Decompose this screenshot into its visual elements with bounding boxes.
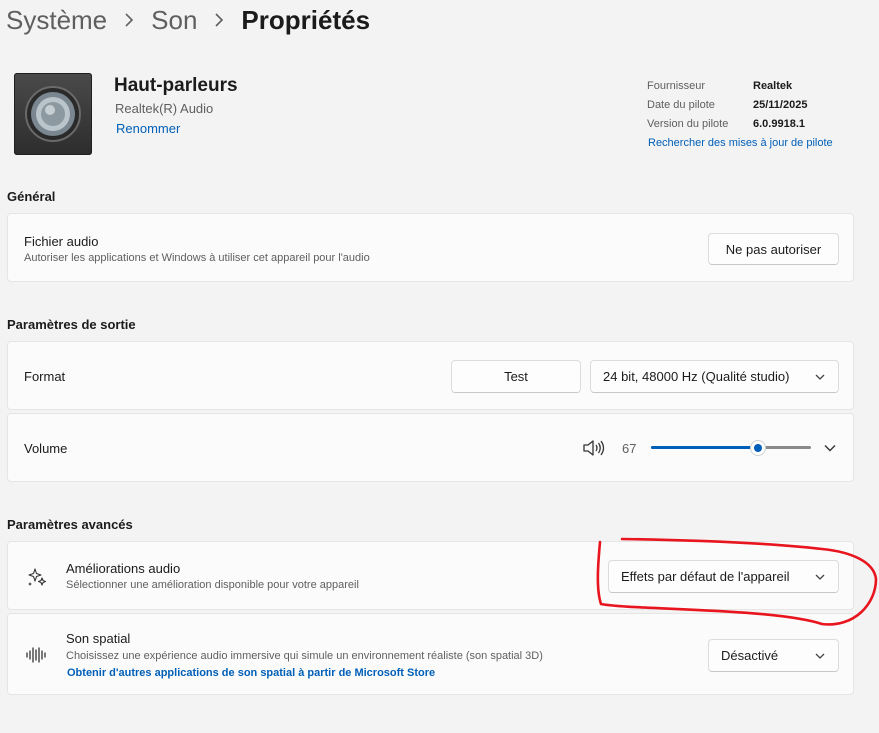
volume-slider-fill (651, 446, 758, 449)
audio-file-card: Fichier audio Autoriser les applications… (7, 213, 854, 282)
breadcrumb-item-son[interactable]: Son (151, 5, 197, 36)
page-title: Propriétés (241, 4, 371, 35)
spatial-store-link[interactable]: Obtenir d'autres applications de son spa… (67, 667, 435, 679)
audio-file-title: Fichier audio (24, 234, 99, 249)
audio-file-desc: Autoriser les applications et Windows à … (24, 252, 370, 264)
spatial-desc: Choisissez une expérience audio immersiv… (66, 650, 543, 662)
chevron-down-icon[interactable] (824, 444, 836, 452)
format-label: Format (24, 369, 66, 384)
device-name: Haut-parleurs (114, 75, 238, 96)
annotation-circle (596, 537, 878, 626)
volume-label: Volume (24, 441, 68, 456)
section-title-output: Paramètres de sortie (7, 317, 136, 332)
chevron-right-icon (197, 13, 241, 27)
driver-version-label: Version du pilote (647, 118, 729, 130)
device-subtitle: Realtek(R) Audio (115, 101, 214, 116)
driver-provider-value: Realtek (753, 80, 793, 92)
volume-icon[interactable] (582, 438, 606, 458)
section-title-advanced: Paramètres avancés (7, 517, 133, 532)
format-card: Format Test 24 bit, 48000 Hz (Qualité st… (7, 341, 854, 410)
enhancements-title: Améliorations audio (66, 561, 181, 576)
spatial-dropdown[interactable]: Désactivé (708, 639, 839, 672)
volume-slider[interactable] (651, 440, 811, 456)
volume-slider-thumb[interactable] (750, 440, 766, 456)
driver-update-link[interactable]: Rechercher des mises à jour de pilote (648, 137, 833, 149)
chevron-down-icon (815, 653, 825, 659)
sparkle-icon (28, 568, 47, 586)
speaker-device-icon (14, 73, 92, 155)
spatial-sound-icon (26, 647, 46, 663)
enhancements-desc: Sélectionner une amélioration disponible… (66, 579, 359, 591)
spatial-title: Son spatial (66, 631, 131, 646)
driver-provider-label: Fournisseur (647, 80, 706, 92)
spatial-selected-value: Désactivé (721, 648, 779, 663)
driver-date-value: 25/11/2025 (753, 99, 808, 111)
format-dropdown[interactable]: 24 bit, 48000 Hz (Qualité studio) (590, 360, 839, 393)
volume-card: Volume 67 (7, 413, 854, 482)
volume-value: 67 (622, 441, 637, 456)
rename-link[interactable]: Renommer (116, 121, 180, 136)
driver-version-value: 6.0.9918.1 (753, 118, 805, 130)
chevron-right-icon (107, 13, 151, 27)
breadcrumb-item-systeme[interactable]: Système (6, 5, 107, 36)
format-selected-value: 24 bit, 48000 Hz (Qualité studio) (603, 369, 790, 384)
test-button[interactable]: Test (451, 360, 581, 393)
section-title-general: Général (7, 189, 56, 204)
breadcrumb: Système Son Propriétés (6, 2, 370, 38)
driver-date-label: Date du pilote (647, 99, 715, 111)
deny-audio-button[interactable]: Ne pas autoriser (708, 233, 839, 265)
chevron-down-icon (815, 374, 825, 380)
